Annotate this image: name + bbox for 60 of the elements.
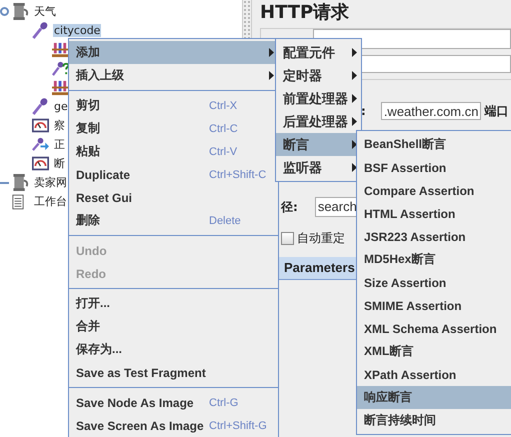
menu-item[interactable]: XPath Assertion xyxy=(357,363,511,386)
spool-icon xyxy=(12,3,29,20)
menu-item[interactable]: 打开... xyxy=(69,292,278,315)
menu-item[interactable]: Save as Test Fragment xyxy=(69,361,278,384)
server-field[interactable]: .weather.com.cn xyxy=(380,102,482,120)
menu-item[interactable]: 插入上级 xyxy=(69,64,278,87)
menu-item[interactable]: 响应断言 xyxy=(357,386,511,409)
menu-item[interactable]: 断言持续时间 xyxy=(357,409,511,432)
checkbox[interactable] xyxy=(281,232,294,245)
checkbox-label: 自动重定 xyxy=(297,230,345,247)
field-label: : xyxy=(361,104,366,118)
tree-item[interactable]: 察 xyxy=(53,119,66,132)
menu-item[interactable]: Save Node As Image Ctrl-G xyxy=(69,391,278,414)
pipette-arrow-icon xyxy=(32,136,49,153)
field-label: 端口 xyxy=(484,102,508,120)
tree-item[interactable]: 断 xyxy=(53,157,66,170)
panel-title: HTTP请求 xyxy=(260,1,350,25)
submenu-arrow-icon xyxy=(352,163,357,172)
gauge-icon xyxy=(32,156,49,171)
tree-item[interactable]: 正 xyxy=(53,138,66,151)
spool-icon xyxy=(12,174,29,191)
menu-item[interactable]: Reset Gui xyxy=(69,186,278,209)
tree-item[interactable]: 工作台 xyxy=(33,195,68,208)
menu-item[interactable]: XML Schema Assertion xyxy=(357,317,511,340)
submenu-arrow-icon xyxy=(352,117,357,126)
menu-item[interactable]: 删除 Delete xyxy=(69,209,278,232)
expand-handle[interactable] xyxy=(0,7,9,16)
tree-item[interactable]: ge xyxy=(53,100,69,113)
menu-item[interactable]: XML断言 xyxy=(357,340,511,363)
menu-item[interactable]: Save Screen As Image Ctrl+Shift-G xyxy=(69,414,278,437)
test-tube-rack-icon xyxy=(52,42,69,58)
menu-item[interactable]: 定时器 xyxy=(276,64,361,87)
menu-item[interactable]: 粘贴 Ctrl-V xyxy=(69,140,278,163)
submenu-arrow-icon xyxy=(352,140,357,149)
pipette-icon xyxy=(32,98,49,115)
menu-item[interactable]: JSR223 Assertion xyxy=(357,225,511,248)
pipette-question-icon xyxy=(52,60,69,77)
menu-item[interactable]: 复制 Ctrl-C xyxy=(69,117,278,140)
menu-item[interactable]: 合并 xyxy=(69,315,278,338)
test-tube-rack-icon xyxy=(52,80,69,96)
submenu-arrow-icon xyxy=(269,71,274,80)
menu-item[interactable]: SMIME Assertion xyxy=(357,294,511,317)
submenu-arrow-icon xyxy=(352,71,357,80)
pipette-icon xyxy=(32,22,49,39)
menu-item[interactable]: 后置处理器 xyxy=(276,110,361,133)
menu-item[interactable]: 配置元件 xyxy=(276,41,361,64)
submenu-arrow-icon xyxy=(269,48,274,57)
menu-item[interactable]: 前置处理器 xyxy=(276,87,361,110)
menu-item[interactable]: 剪切 Ctrl-X xyxy=(69,94,278,117)
menu-item[interactable]: 保存为... xyxy=(69,338,278,361)
submenu-arrow-icon xyxy=(352,94,357,103)
tree-item[interactable]: citycode xyxy=(53,24,102,37)
menu-item[interactable]: 添加 xyxy=(69,41,278,64)
expand-handle[interactable] xyxy=(0,182,9,184)
tree-item[interactable]: 卖家网 xyxy=(33,176,68,189)
menu-item[interactable]: Duplicate Ctrl+Shift-C xyxy=(69,163,278,186)
gauge-icon xyxy=(32,118,49,133)
tree-item[interactable]: 天气 xyxy=(33,5,57,18)
submenu-arrow-icon xyxy=(352,48,357,57)
field-label: 径: xyxy=(281,198,298,216)
